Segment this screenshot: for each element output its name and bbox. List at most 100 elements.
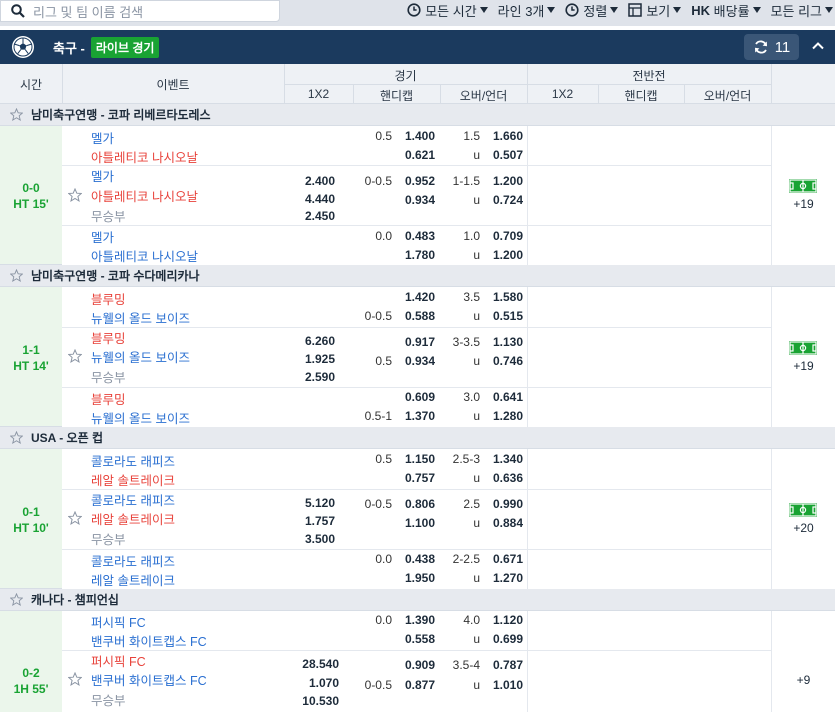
pitch-icon[interactable] xyxy=(789,341,817,355)
pitch-icon[interactable] xyxy=(789,179,817,193)
more-markets-count[interactable]: +20 xyxy=(772,521,835,535)
league-header[interactable]: 남미축구연맹 - 코파 리베르타도레스 xyxy=(0,104,835,126)
under-odds[interactable]: 0.515 xyxy=(493,309,523,323)
handicap-away-odds[interactable]: 1.950 xyxy=(405,571,435,585)
star-icon[interactable] xyxy=(10,593,23,606)
away-win-odds[interactable]: 1.757 xyxy=(305,514,335,528)
away-team[interactable]: 아틀레티코 나시오날 xyxy=(91,246,198,265)
handicap-away-odds[interactable]: 0.757 xyxy=(405,471,435,485)
over-odds[interactable]: 0.990 xyxy=(493,497,523,511)
draw-odds[interactable]: 3.500 xyxy=(305,532,335,546)
handicap-away-odds[interactable]: 1.370 xyxy=(405,409,435,423)
away-win-odds[interactable]: 4.440 xyxy=(305,192,335,206)
handicap-home-odds[interactable]: 1.390 xyxy=(405,613,435,627)
handicap-home-odds[interactable]: 0.806 xyxy=(405,497,435,511)
refresh-button[interactable]: 11 xyxy=(744,34,799,60)
handicap-home-odds[interactable]: 0.483 xyxy=(405,229,435,243)
under-odds[interactable]: 1.200 xyxy=(493,248,523,262)
home-win-odds[interactable]: 28.540 xyxy=(302,657,339,671)
home-team[interactable]: 블루밍 xyxy=(91,289,126,308)
star-icon[interactable] xyxy=(68,511,82,525)
under-odds[interactable]: 1.280 xyxy=(493,409,523,423)
away-team[interactable]: 아틀레티코 나시오날 xyxy=(91,186,198,205)
draw-odds[interactable]: 2.450 xyxy=(305,209,335,223)
draw-odds[interactable]: 10.530 xyxy=(302,694,339,708)
draw-odds[interactable]: 2.590 xyxy=(305,370,335,384)
star-icon[interactable] xyxy=(68,349,82,363)
league-header[interactable]: 캐나다 - 챔피언십 xyxy=(0,589,835,611)
time-filter-dropdown[interactable]: 모든 시간 xyxy=(405,1,489,20)
away-team[interactable]: 레알 솔트레이크 xyxy=(91,470,175,489)
handicap-away-odds[interactable]: 1.100 xyxy=(405,516,435,530)
home-team[interactable]: 블루밍 xyxy=(91,328,126,347)
handicap-away-odds[interactable]: 0.558 xyxy=(405,632,435,646)
home-team[interactable]: 블루밍 xyxy=(91,389,126,408)
away-team[interactable]: 밴쿠버 화이트캡스 FC xyxy=(91,670,207,689)
over-odds[interactable]: 1.200 xyxy=(493,174,523,188)
handicap-away-odds[interactable]: 0.621 xyxy=(405,148,435,162)
star-icon[interactable] xyxy=(10,108,23,121)
more-markets-count[interactable]: +19 xyxy=(772,359,835,373)
lines-dropdown[interactable]: 라인 3개 xyxy=(496,1,558,20)
under-odds[interactable]: 0.724 xyxy=(493,193,523,207)
search-input[interactable]: 리그 및 팀 이름 검색 xyxy=(0,0,280,22)
home-team[interactable]: 멜가 xyxy=(91,128,114,147)
handicap-home-odds[interactable]: 1.400 xyxy=(405,129,435,143)
under-odds[interactable]: 1.270 xyxy=(493,571,523,585)
handicap-away-odds[interactable]: 0.934 xyxy=(405,354,435,368)
more-markets-count[interactable]: +19 xyxy=(772,197,835,211)
away-team[interactable]: 뉴웰의 올드 보이즈 xyxy=(91,408,190,427)
under-odds[interactable]: 1.010 xyxy=(493,678,523,692)
under-odds[interactable]: 0.636 xyxy=(493,471,523,485)
away-team[interactable]: 레알 솔트레이크 xyxy=(91,509,175,528)
home-win-odds[interactable]: 6.260 xyxy=(305,334,335,348)
under-odds[interactable]: 0.746 xyxy=(493,354,523,368)
away-win-odds[interactable]: 1.070 xyxy=(309,676,339,690)
home-team[interactable]: 퍼시픽 FC xyxy=(91,651,146,670)
over-odds[interactable]: 0.709 xyxy=(493,229,523,243)
over-odds[interactable]: 1.580 xyxy=(493,290,523,304)
handicap-home-odds[interactable]: 1.420 xyxy=(405,290,435,304)
handicap-away-odds[interactable]: 0.934 xyxy=(405,193,435,207)
handicap-home-odds[interactable]: 0.609 xyxy=(405,390,435,404)
under-odds[interactable]: 0.884 xyxy=(493,516,523,530)
over-odds[interactable]: 1.660 xyxy=(493,129,523,143)
home-win-odds[interactable]: 5.120 xyxy=(305,496,335,510)
more-markets-count[interactable]: +9 xyxy=(772,673,835,687)
league-header[interactable]: USA - 오픈 컵 xyxy=(0,427,835,449)
star-icon[interactable] xyxy=(10,269,23,282)
over-odds[interactable]: 0.787 xyxy=(493,658,523,672)
away-team[interactable]: 뉴웰의 올드 보이즈 xyxy=(91,347,190,366)
chevron-up-icon[interactable] xyxy=(811,39,825,53)
view-dropdown[interactable]: 보기 xyxy=(626,1,683,20)
away-team[interactable]: 뉴웰의 올드 보이즈 xyxy=(91,308,190,327)
handicap-home-odds[interactable]: 0.909 xyxy=(405,658,435,672)
over-odds[interactable]: 1.120 xyxy=(493,613,523,627)
home-win-odds[interactable]: 2.400 xyxy=(305,174,335,188)
sort-dropdown[interactable]: 정렬 xyxy=(563,1,620,20)
over-odds[interactable]: 1.130 xyxy=(493,335,523,349)
home-team[interactable]: 멜가 xyxy=(91,227,114,246)
handicap-away-odds[interactable]: 0.877 xyxy=(405,678,435,692)
handicap-away-odds[interactable]: 1.780 xyxy=(405,248,435,262)
home-team[interactable]: 콜로라도 래피즈 xyxy=(91,551,175,570)
star-icon[interactable] xyxy=(68,672,82,686)
handicap-home-odds[interactable]: 0.438 xyxy=(405,552,435,566)
home-team[interactable]: 멜가 xyxy=(91,166,114,185)
star-icon[interactable] xyxy=(68,188,82,202)
handicap-home-odds[interactable]: 0.917 xyxy=(405,335,435,349)
away-win-odds[interactable]: 1.925 xyxy=(305,352,335,366)
league-filter-dropdown[interactable]: 모든 리그 xyxy=(769,1,835,20)
star-icon[interactable] xyxy=(10,431,23,444)
under-odds[interactable]: 0.507 xyxy=(493,148,523,162)
over-odds[interactable]: 1.340 xyxy=(493,452,523,466)
handicap-home-odds[interactable]: 1.150 xyxy=(405,452,435,466)
home-team[interactable]: 퍼시픽 FC xyxy=(91,612,146,631)
away-team[interactable]: 아틀레티코 나시오날 xyxy=(91,147,198,166)
handicap-home-odds[interactable]: 0.952 xyxy=(405,174,435,188)
over-odds[interactable]: 0.641 xyxy=(493,390,523,404)
home-team[interactable]: 콜로라도 래피즈 xyxy=(91,451,175,470)
away-team[interactable]: 레알 솔트레이크 xyxy=(91,570,175,589)
handicap-away-odds[interactable]: 0.588 xyxy=(405,309,435,323)
odds-type-dropdown[interactable]: HK 배당률 xyxy=(689,1,762,20)
